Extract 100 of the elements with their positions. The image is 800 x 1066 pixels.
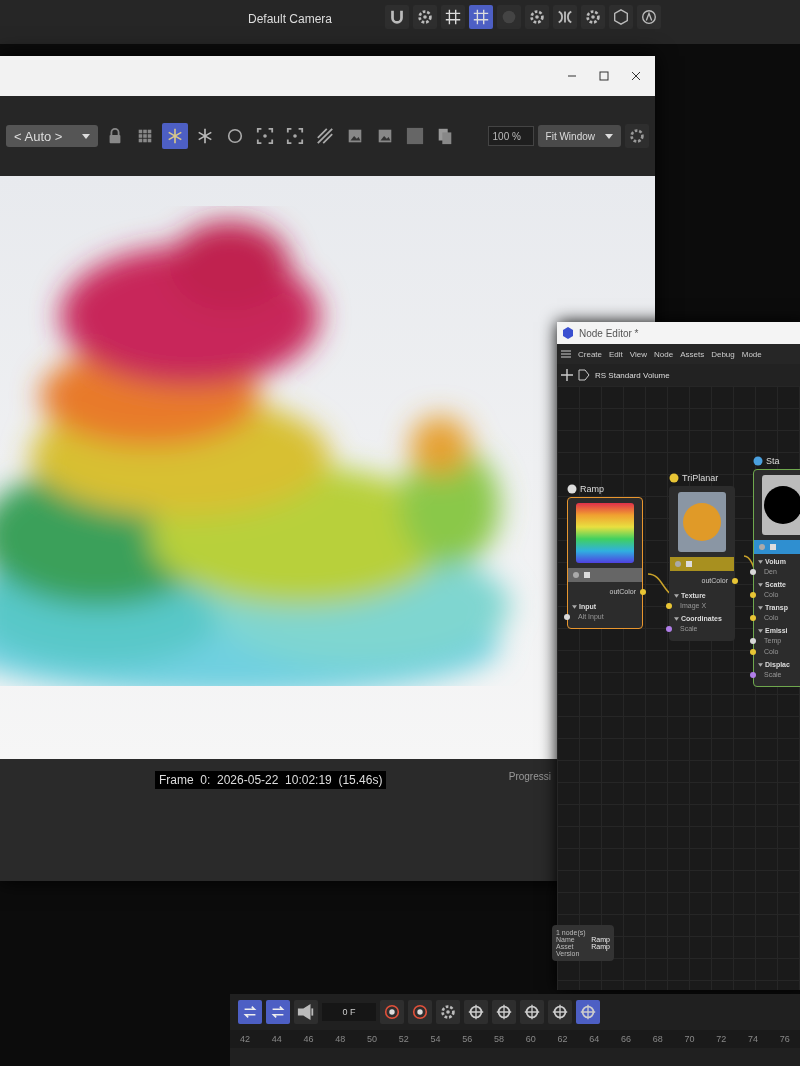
frame-number: 44 — [271, 1034, 282, 1044]
frame-number: 70 — [684, 1034, 695, 1044]
toolbar-button[interactable] — [492, 1000, 516, 1024]
frame-number: 48 — [335, 1034, 346, 1044]
caret-icon[interactable] — [758, 559, 763, 564]
gear-icon — [439, 1003, 457, 1021]
caret-icon[interactable] — [758, 662, 763, 667]
toolbar-button[interactable] — [266, 1000, 290, 1024]
menu-icon[interactable] — [561, 349, 571, 359]
frame-number: 62 — [557, 1034, 568, 1044]
fit-dropdown[interactable]: Fit Window — [537, 125, 621, 147]
caret-icon[interactable] — [674, 616, 679, 621]
sphere-preview — [678, 492, 726, 552]
node-type-icon — [753, 456, 763, 466]
maximize-icon — [599, 71, 609, 81]
circle-letter-icon — [640, 8, 658, 26]
menu-item[interactable]: Assets — [680, 349, 705, 359]
toolbar-button[interactable] — [520, 1000, 544, 1024]
port-dot[interactable] — [666, 603, 672, 609]
toolbar-button[interactable] — [238, 1000, 262, 1024]
settings-icon — [628, 127, 646, 145]
frame-number: 54 — [430, 1034, 441, 1044]
port-dot[interactable] — [750, 615, 756, 621]
settings-button[interactable] — [625, 124, 649, 148]
toolbar-button[interactable] — [413, 5, 437, 29]
port-dot[interactable] — [750, 638, 756, 644]
camera-label[interactable]: Default Camera — [248, 12, 333, 26]
toolbar-button[interactable] — [380, 1000, 404, 1024]
node-type-icon — [567, 484, 577, 494]
caret-icon[interactable] — [758, 582, 763, 587]
toolbar-button[interactable] — [441, 5, 465, 29]
tag-icon[interactable] — [578, 369, 590, 381]
toolbar-button[interactable] — [469, 5, 493, 29]
close-icon — [631, 71, 641, 81]
toolbar-button[interactable] — [162, 123, 189, 149]
caret-icon[interactable] — [572, 604, 577, 609]
timeline-ruler[interactable]: 42 44 46 48 50 52 54 56 58 60 62 64 66 68 70 72 74 76 — [230, 1030, 800, 1048]
menu-item[interactable]: Debug — [711, 349, 735, 359]
frame-number: 66 — [621, 1034, 631, 1044]
toolbar-button[interactable] — [553, 5, 577, 29]
port-dot[interactable] — [750, 569, 756, 575]
frame-field[interactable]: 0 F — [322, 1003, 376, 1021]
speaker-icon — [297, 1003, 315, 1021]
toolbar-button[interactable] — [385, 5, 409, 29]
record-icon — [411, 1003, 429, 1021]
hatch-icon — [316, 127, 335, 145]
menu-item[interactable]: Create — [578, 349, 602, 359]
zoom-field[interactable]: 100 % — [487, 126, 534, 146]
grid-icon — [472, 8, 490, 26]
hexagon-icon — [562, 327, 574, 339]
port-dot[interactable] — [564, 614, 570, 620]
frame-number: 76 — [779, 1034, 790, 1044]
frame-number: 68 — [652, 1034, 663, 1044]
hexagon-icon — [612, 8, 630, 26]
plus-icon[interactable] — [561, 369, 573, 381]
port-dot[interactable] — [666, 626, 672, 632]
menu-item[interactable]: View — [629, 349, 647, 359]
frame-number: 52 — [398, 1034, 409, 1044]
caret-icon[interactable] — [758, 628, 763, 633]
window-title: Node Editor * — [579, 327, 639, 339]
menu-item[interactable]: Node — [654, 349, 674, 359]
port-dot[interactable] — [732, 577, 738, 584]
caret-icon[interactable] — [674, 593, 679, 598]
port-dot[interactable] — [750, 592, 756, 598]
toolbar-button[interactable] — [637, 5, 661, 29]
square-icon — [406, 127, 425, 145]
gear-icon — [584, 8, 602, 26]
region-frame-icon — [286, 127, 305, 145]
frame-number: 64 — [589, 1034, 600, 1044]
frame-number: 58 — [494, 1034, 504, 1044]
toolbar-button[interactable] — [464, 1000, 488, 1024]
butterfly-icon — [556, 8, 574, 26]
record-icon — [383, 1003, 401, 1021]
menu-item[interactable]: Mode — [741, 349, 762, 359]
toolbar-button[interactable] — [408, 1000, 432, 1024]
frame-number: 72 — [716, 1034, 727, 1044]
port-dot[interactable] — [750, 672, 756, 678]
status-text: Progressi — [508, 771, 551, 782]
view-dropdown[interactable]: < Auto > — [6, 125, 99, 147]
port-dot[interactable] — [750, 649, 756, 655]
caret-icon[interactable] — [758, 605, 763, 610]
node-title: Sta — [766, 456, 780, 466]
frame-info: Frame 0: 2026-05-22 10:02:19 (15.46s) — [155, 771, 387, 789]
breadcrumb[interactable]: RS Standard Volume — [595, 370, 670, 380]
toolbar-button[interactable] — [294, 1000, 318, 1024]
toolbar-button[interactable] — [525, 5, 549, 29]
circle-icon — [226, 127, 245, 145]
frame-number: 50 — [367, 1034, 377, 1044]
toolbar-button[interactable] — [436, 1000, 460, 1024]
menu-item[interactable]: Edit — [609, 349, 623, 359]
gear-icon — [416, 8, 434, 26]
node-header-bar — [670, 557, 734, 571]
toolbar-button[interactable] — [548, 1000, 572, 1024]
toolbar-button[interactable] — [609, 5, 633, 29]
node-title: TriPlanar — [682, 473, 719, 483]
grid-icon — [444, 8, 462, 26]
toolbar-button[interactable] — [581, 5, 605, 29]
port-dot[interactable] — [640, 588, 646, 595]
node-header-bar — [754, 540, 800, 554]
node-title: Ramp — [580, 484, 604, 494]
